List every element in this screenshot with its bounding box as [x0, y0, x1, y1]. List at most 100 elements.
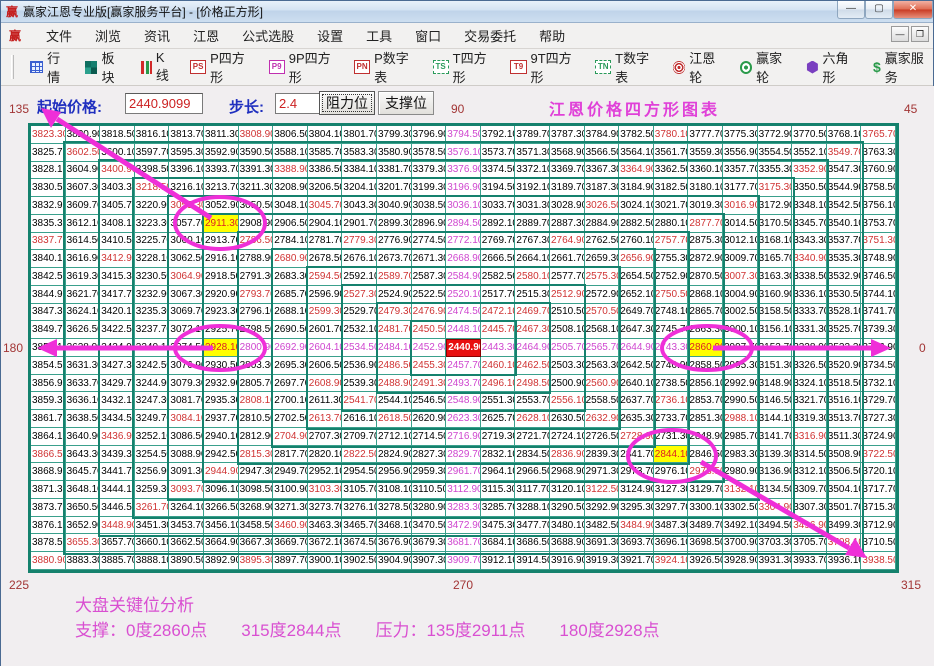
grid-cell: 2990.50: [722, 392, 758, 411]
grid-cell: 2515.30: [515, 285, 550, 304]
grid-cell: 2712.10: [376, 427, 412, 446]
menu-item-资讯[interactable]: 资讯: [141, 24, 173, 47]
grid-cell: 3388.90: [273, 161, 308, 180]
grid-cell: 3796.90: [411, 126, 447, 144]
grid-cell: 3708.10: [826, 534, 862, 553]
menu-item-窗口[interactable]: 窗口: [412, 24, 444, 47]
grid-cell: 2913.70: [203, 232, 239, 251]
toolbar-item-T四方形[interactable]: TS T四方形: [432, 48, 497, 86]
toolbar-item-行情[interactable]: 行情: [29, 48, 71, 86]
grid-cell: 3876.10: [31, 516, 66, 535]
menu-item-帮助[interactable]: 帮助: [536, 24, 568, 47]
grid-cell: 2887.30: [549, 214, 585, 233]
grid-cell: 2920.90: [203, 285, 239, 304]
angle-label-315: 315: [901, 578, 922, 592]
grid-cell: 3268.90: [238, 498, 274, 517]
menu-item-工具[interactable]: 工具: [363, 24, 395, 47]
menu-item-设置[interactable]: 设置: [314, 24, 346, 47]
menu-logo-icon: 赢: [9, 29, 22, 43]
grid-cell: 3369.70: [549, 161, 585, 180]
grid-cell: 2532.10: [342, 321, 377, 340]
grid-cell: 3722.50: [861, 445, 896, 464]
grid-cell: 3324.10: [792, 374, 827, 393]
maximize-button[interactable]: ▢: [865, 1, 893, 19]
grid-cell: 2620.90: [411, 410, 447, 428]
support-button[interactable]: 支撑位: [378, 91, 434, 115]
grid-cell: 2544.10: [376, 392, 412, 411]
resistance-button[interactable]: 阻力位: [319, 91, 375, 115]
grid-cell: 2565.70: [584, 339, 620, 357]
grid-cell: 3264.10: [169, 498, 204, 517]
grid-cell: 2772.10: [446, 232, 481, 251]
title-bar[interactable]: 赢 赢家江恩专业版[赢家服务平台] - [价格正方形] — ▢ ✕: [1, 1, 933, 23]
grid-cell: 3326.50: [792, 356, 827, 375]
grid-cell: 2524.90: [376, 285, 412, 304]
grid-cell: 3763.30: [861, 143, 896, 162]
grid-cell: 3252.10: [134, 427, 170, 446]
toolbar-item-P数字表[interactable]: PN P数字表: [354, 48, 419, 86]
mdi-restore-button[interactable]: ❐: [911, 26, 929, 42]
grid-cell: 2956.90: [376, 463, 412, 482]
grid-cell: 3343.30: [792, 232, 827, 251]
grid-cell: 3391.30: [238, 161, 274, 180]
toolbar-item-T数字表[interactable]: TN T数字表: [595, 48, 659, 86]
grid-cell: 3571.30: [515, 143, 550, 162]
grid-cell: 3038.50: [411, 197, 447, 215]
menu-item-交易委托[interactable]: 交易委托: [461, 24, 519, 47]
grid-cell: 3789.70: [515, 126, 550, 144]
grid-cell: 3700.90: [722, 534, 758, 553]
grid-cell: 2971.30: [584, 463, 620, 482]
menu-item-文件[interactable]: 文件: [43, 24, 75, 47]
start-price-input[interactable]: 2440.9099: [125, 93, 203, 114]
grid-cell: 3616.90: [65, 250, 101, 269]
grid-cell: 3153.70: [757, 339, 793, 357]
menu-item-江恩[interactable]: 江恩: [190, 24, 222, 47]
grid-cell: 2440.90: [446, 339, 481, 357]
toolbar-item-9P四方形[interactable]: P9 9P四方形: [268, 48, 340, 86]
grid-cell: 3727.30: [861, 410, 896, 428]
grid-cell: 3604.90: [65, 161, 101, 180]
grid-cell: 3712.90: [861, 516, 896, 535]
grid-cell: 2928.10: [203, 339, 239, 357]
grid-cell: 3547.30: [826, 161, 862, 180]
toolbar-item-六角形[interactable]: 六角形: [806, 48, 859, 86]
grid-cell: 3105.70: [342, 481, 377, 499]
grid-cell: 3772.90: [757, 126, 793, 144]
grid-cell: 3266.50: [203, 498, 239, 517]
grid-cell: 3350.50: [792, 179, 827, 198]
grid-cell: 2541.70: [342, 392, 377, 411]
close-button[interactable]: ✕: [893, 1, 933, 19]
grid-cell: 3878.50: [31, 534, 66, 553]
angle-label-270: 270: [453, 578, 474, 592]
toolbar-item-板块[interactable]: 板块: [85, 48, 125, 86]
toolbar-item-9T四方形[interactable]: T9 9T四方形: [510, 48, 581, 86]
grid-cell: 3108.10: [376, 481, 412, 499]
toolbar-item-K线[interactable]: K线: [139, 50, 176, 84]
grid-cell: 3732.10: [861, 374, 896, 393]
grid-cell: 3751.30: [861, 232, 896, 251]
grid-cell: 3352.90: [792, 161, 827, 180]
grid-cell: 3312.10: [792, 463, 827, 482]
grid-cell: 3912.10: [480, 552, 516, 570]
grid-cell: 2548.90: [446, 392, 481, 411]
minimize-button[interactable]: —: [837, 1, 865, 19]
grid-cell: 2714.50: [411, 427, 447, 446]
toolbar: 行情 板块 K线 PS P四方形 P9 9P四方形 PN P数字表 TS T四方形 T9 9T四方形 TN…: [1, 49, 933, 86]
toolbar-item-赢家轮[interactable]: 赢家轮: [739, 48, 793, 86]
menu-item-公式选股[interactable]: 公式选股: [239, 24, 297, 47]
menu-item-浏览[interactable]: 浏览: [92, 24, 124, 47]
toolbar-item-label: 板块: [101, 51, 115, 85]
grid-cell: 3535.30: [826, 250, 862, 269]
toolbar-item-P四方形[interactable]: PS P四方形: [190, 48, 255, 86]
toolbar-item-赢家服务[interactable]: $ 赢家服务: [873, 48, 933, 86]
grid-cell: 3328.90: [792, 339, 827, 357]
grid-cell: 3172.90: [757, 197, 793, 215]
grid-cell: 2973.70: [619, 463, 654, 482]
toolbar-item-江恩轮[interactable]: 江恩轮: [673, 48, 726, 86]
grid-cell: 2481.70: [376, 321, 412, 340]
grid-cell: 3434.50: [100, 410, 135, 428]
grid-cell: 3660.10: [134, 534, 170, 553]
grid-cell: 3590.50: [238, 143, 274, 162]
grid-cell: 3724.90: [861, 427, 896, 446]
mdi-minimize-button[interactable]: —: [891, 26, 909, 42]
